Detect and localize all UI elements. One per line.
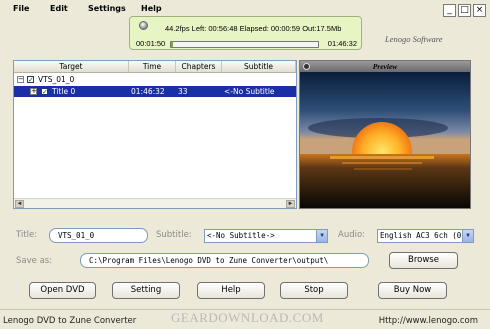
scroll-left-icon[interactable]: ◄: [15, 200, 24, 208]
website-link[interactable]: Http://www.lenogo.com: [379, 316, 478, 326]
app-name: Lenogo DVD to Zune Converter: [3, 316, 137, 326]
row-target: VTS_01_0: [38, 75, 75, 84]
total-time: 01:46:32: [327, 39, 357, 48]
title-label: Title:: [16, 230, 38, 240]
stop-button[interactable]: Stop: [280, 282, 348, 299]
audio-value: English AC3 6ch (0:: [380, 231, 466, 240]
menu-edit[interactable]: Edit: [50, 4, 68, 13]
audio-select[interactable]: English AC3 6ch (0: ▼: [377, 229, 474, 243]
row-chapters: 33: [178, 87, 188, 96]
buy-now-button[interactable]: Buy Now: [378, 282, 447, 299]
preview-panel: Preview: [299, 60, 471, 209]
expand-toggle[interactable]: +: [30, 88, 37, 95]
checkbox[interactable]: ✓: [27, 76, 34, 84]
menu-bar: File Edit Settings Help: [0, 0, 490, 17]
brand-logo-text: Lenogo Software: [385, 34, 443, 44]
menu-settings[interactable]: Settings: [88, 4, 126, 13]
menu-help[interactable]: Help: [141, 4, 162, 13]
pause-icon[interactable]: [139, 21, 148, 30]
watermark: GEARDOWNLOAD.COM: [171, 310, 324, 325]
progress-fill: [171, 42, 174, 47]
progress-bar: [170, 41, 319, 48]
elapsed-time: 00:01:50: [136, 39, 166, 48]
minimize-button[interactable]: _: [443, 4, 456, 17]
row-target: Title 0: [52, 87, 76, 96]
row-subtitle: <-No Subtitle: [224, 87, 275, 96]
column-header-chapters[interactable]: Chapters: [176, 61, 222, 73]
column-header-subtitle[interactable]: Subtitle: [222, 61, 296, 73]
table-row[interactable]: + ✓ Title 0 01:46:32 33 <-No Subtitle: [14, 86, 296, 97]
subtitle-value: <-No Subtitle->: [207, 231, 275, 240]
open-dvd-button[interactable]: Open DVD: [29, 282, 96, 299]
horizontal-scrollbar[interactable]: ◄ ►: [14, 198, 296, 208]
column-header-target[interactable]: Target: [14, 61, 129, 73]
title-field[interactable]: VTS_01_0: [49, 228, 148, 243]
table-row[interactable]: − ✓ VTS_01_0: [14, 74, 296, 85]
collapse-toggle[interactable]: −: [17, 76, 24, 83]
preview-close-icon[interactable]: [303, 63, 310, 70]
preview-video-frame: [300, 72, 470, 208]
setting-button[interactable]: Setting: [112, 282, 180, 299]
preview-header: Preview: [300, 61, 470, 72]
menu-file[interactable]: File: [13, 4, 29, 13]
target-table: Target Time Chapters Subtitle − ✓ VTS_01…: [13, 60, 297, 209]
browse-button[interactable]: Browse: [389, 252, 458, 269]
maximize-button[interactable]: □: [458, 4, 471, 17]
preview-title: Preview: [372, 62, 398, 71]
status-line: 44.2fps Left: 00:56:48 Elapsed: 00:00:59…: [165, 24, 342, 33]
subtitle-select[interactable]: <-No Subtitle-> ▼: [204, 229, 328, 243]
row-time: 01:46:32: [131, 87, 165, 96]
close-button[interactable]: ×: [473, 4, 486, 17]
subtitle-label: Subtitle:: [156, 230, 192, 240]
chevron-down-icon[interactable]: ▼: [316, 230, 327, 242]
scroll-right-icon[interactable]: ►: [286, 200, 295, 208]
status-panel: 44.2fps Left: 00:56:48 Elapsed: 00:00:59…: [129, 16, 362, 50]
help-button[interactable]: Help: [197, 282, 265, 299]
column-header-time[interactable]: Time: [129, 61, 176, 73]
output-path-field[interactable]: C:\Program Files\Lenogo DVD to Zune Conv…: [80, 253, 369, 268]
saveas-label: Save as:: [16, 256, 53, 266]
audio-label: Audio:: [338, 230, 366, 240]
app-window: File Edit Settings Help _ □ × 44.2fps Le…: [0, 0, 490, 329]
chevron-down-icon[interactable]: ▼: [462, 230, 473, 242]
checkbox[interactable]: ✓: [41, 88, 48, 96]
